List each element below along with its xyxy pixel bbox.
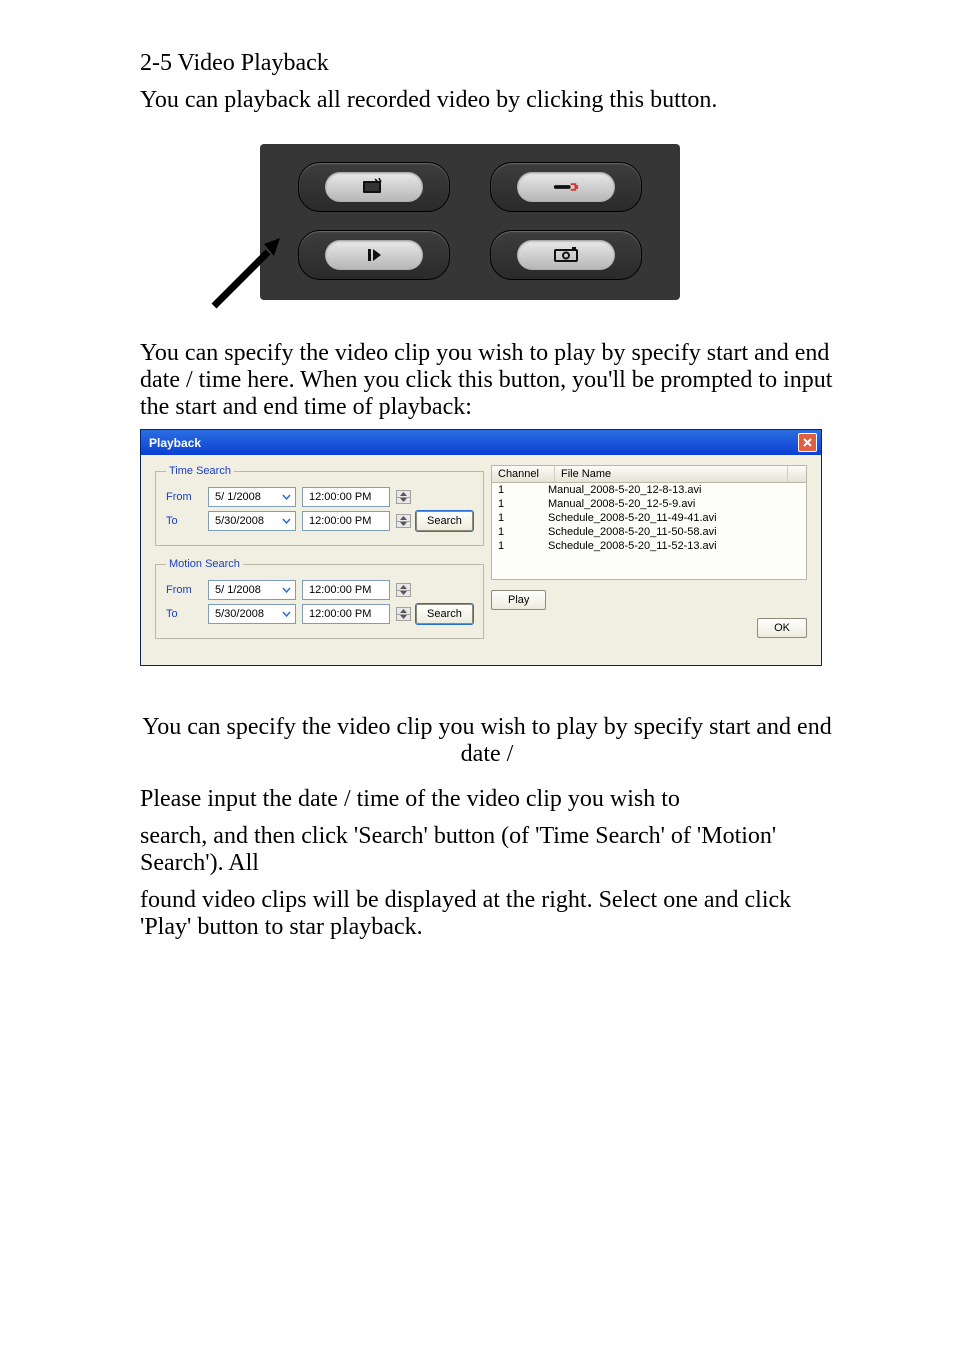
motion-to-spinner[interactable] [396,607,410,621]
motion-search-legend: Motion Search [166,558,243,570]
spin-up-icon [396,583,411,591]
spin-up-icon [396,607,411,615]
results-header: Channel File Name [491,465,807,482]
play-button[interactable]: Play [491,590,546,610]
motion-search-button[interactable]: Search [416,604,473,624]
time-from-time[interactable]: 12:00:00 PM [302,487,390,507]
caption-text: You can specify the video clip you wish … [140,714,834,768]
label-to: To [166,515,202,527]
intro-text: You can playback all recorded video by c… [140,87,834,114]
spin-down-icon [396,522,411,529]
time-to-date[interactable]: 5/30/2008 [208,511,296,531]
list-item[interactable]: 1Schedule_2008-5-20_11-49-41.avi [492,511,806,525]
list-item[interactable]: 1Manual_2008-5-20_12-5-9.avi [492,497,806,511]
row-file: Schedule_2008-5-20_11-50-58.avi [548,525,800,539]
row-channel: 1 [498,539,548,553]
spin-up-icon [396,514,411,522]
time-from-time-value: 12:00:00 PM [309,491,371,503]
row-file: Manual_2008-5-20_12-8-13.avi [548,483,800,497]
time-to-date-value: 5/30/2008 [215,515,264,527]
motion-from-date-value: 5/ 1/2008 [215,584,261,596]
row-channel: 1 [498,497,548,511]
col-filename[interactable]: File Name [555,466,788,482]
results-list[interactable]: 1Manual_2008-5-20_12-8-13.avi 1Manual_20… [491,482,807,580]
motion-to-time-value: 12:00:00 PM [309,608,371,620]
time-to-spinner[interactable] [396,514,410,528]
tv-button[interactable] [298,162,450,212]
list-item[interactable]: 1Schedule_2008-5-20_11-50-58.avi [492,525,806,539]
spin-down-icon [396,498,411,505]
row-channel: 1 [498,511,548,525]
chevron-down-icon [279,607,293,621]
col-channel[interactable]: Channel [492,466,555,482]
search-para-suffix: search, and then click 'Search' button (… [140,823,834,877]
label-from: From [166,491,202,503]
time-to-time-value: 12:00:00 PM [309,515,371,527]
camera-icon [552,246,580,264]
ok-button[interactable]: OK [757,618,807,638]
row-file: Manual_2008-5-20_12-5-9.avi [548,497,800,511]
time-from-spinner[interactable] [396,490,410,504]
row-channel: 1 [498,525,548,539]
search-para-2: found video clips will be displayed at t… [140,887,834,941]
section-title: 2-5 Video Playback [140,50,834,77]
list-item[interactable]: 1Manual_2008-5-20_12-8-13.avi [492,483,806,497]
motion-from-date[interactable]: 5/ 1/2008 [208,580,296,600]
motion-to-time[interactable]: 12:00:00 PM [302,604,390,624]
chevron-down-icon [279,583,293,597]
spin-up-icon [396,490,411,498]
spin-down-icon [396,591,411,598]
motion-from-time-value: 12:00:00 PM [309,584,371,596]
arrow-annotation [206,224,296,314]
label-from: From [166,584,202,596]
plug-button[interactable] [490,162,642,212]
playback-dialog: Playback Time Search From 5/ 1/2008 [140,429,822,666]
middle-paragraph: You can specify the video clip you wish … [140,340,834,421]
close-button[interactable] [798,433,817,452]
motion-search-group: Motion Search From 5/ 1/2008 12:00:00 PM [155,558,484,639]
col-spacer [788,466,806,482]
chevron-down-icon [279,490,293,504]
camera-button[interactable] [490,230,642,280]
row-channel: 1 [498,483,548,497]
time-from-date-value: 5/ 1/2008 [215,491,261,503]
spin-down-icon [396,615,411,622]
motion-to-date-value: 5/30/2008 [215,608,264,620]
list-item[interactable]: 1Schedule_2008-5-20_11-52-13.avi [492,539,806,553]
dialog-title: Playback [149,436,201,450]
tv-icon [360,178,388,196]
label-to: To [166,608,202,620]
motion-from-spinner[interactable] [396,583,410,597]
chevron-down-icon [279,514,293,528]
time-from-date[interactable]: 5/ 1/2008 [208,487,296,507]
motion-to-date[interactable]: 5/30/2008 [208,604,296,624]
time-to-time[interactable]: 12:00:00 PM [302,511,390,531]
play-button-panel[interactable] [298,230,450,280]
plug-icon [552,178,580,196]
row-file: Schedule_2008-5-20_11-52-13.avi [548,539,800,553]
close-icon [802,437,813,448]
row-file: Schedule_2008-5-20_11-49-41.avi [548,511,800,525]
time-search-legend: Time Search [166,465,234,477]
dialog-titlebar: Playback [141,430,821,455]
time-search-group: Time Search From 5/ 1/2008 12:00:00 PM [155,465,484,546]
control-panel [260,144,680,300]
time-search-button[interactable]: Search [416,511,473,531]
search-para-prefix: Please input the date / time of the vide… [140,786,834,813]
motion-from-time[interactable]: 12:00:00 PM [302,580,390,600]
play-icon [360,246,388,264]
